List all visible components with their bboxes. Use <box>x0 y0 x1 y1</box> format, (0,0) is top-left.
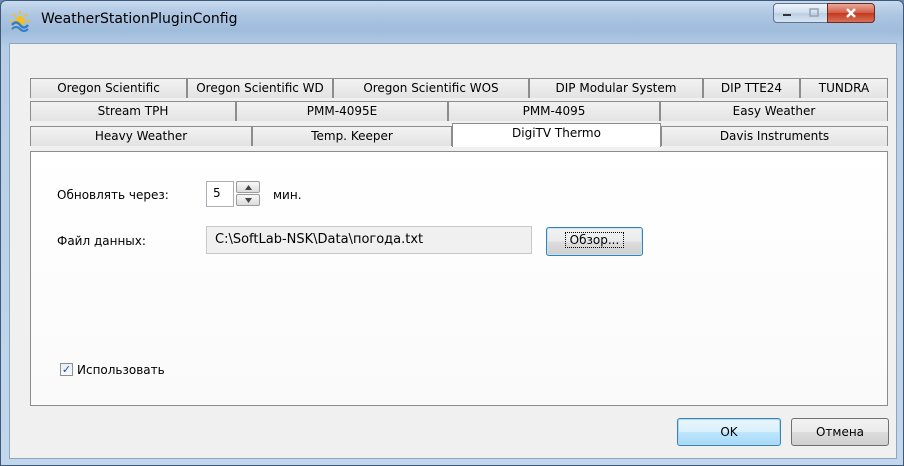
chevron-up-icon <box>244 184 252 190</box>
use-checkbox-label: Использовать <box>77 363 165 377</box>
config-window: WeatherStationPluginConfig Oregon Scient… <box>0 0 904 466</box>
data-file-label: Файл данных: <box>57 234 146 248</box>
cancel-button[interactable]: Отмена <box>791 418 889 446</box>
spin-down-button[interactable] <box>236 194 260 206</box>
update-interval-unit: мин. <box>273 188 302 202</box>
update-interval-label: Обновлять через: <box>57 188 169 202</box>
ok-button[interactable]: OK <box>677 418 781 446</box>
use-checkbox[interactable]: ✓ <box>60 363 73 376</box>
update-interval-input[interactable]: 5 <box>206 181 234 207</box>
browse-button-label: Обзор... <box>564 232 625 248</box>
update-interval-spinner[interactable] <box>236 181 262 208</box>
browse-button[interactable]: Обзор... <box>546 227 643 256</box>
data-file-path-field[interactable]: C:\SoftLab-NSK\Data\погода.txt <box>206 226 532 254</box>
spin-up-button[interactable] <box>236 181 260 193</box>
chevron-down-icon <box>244 197 252 203</box>
